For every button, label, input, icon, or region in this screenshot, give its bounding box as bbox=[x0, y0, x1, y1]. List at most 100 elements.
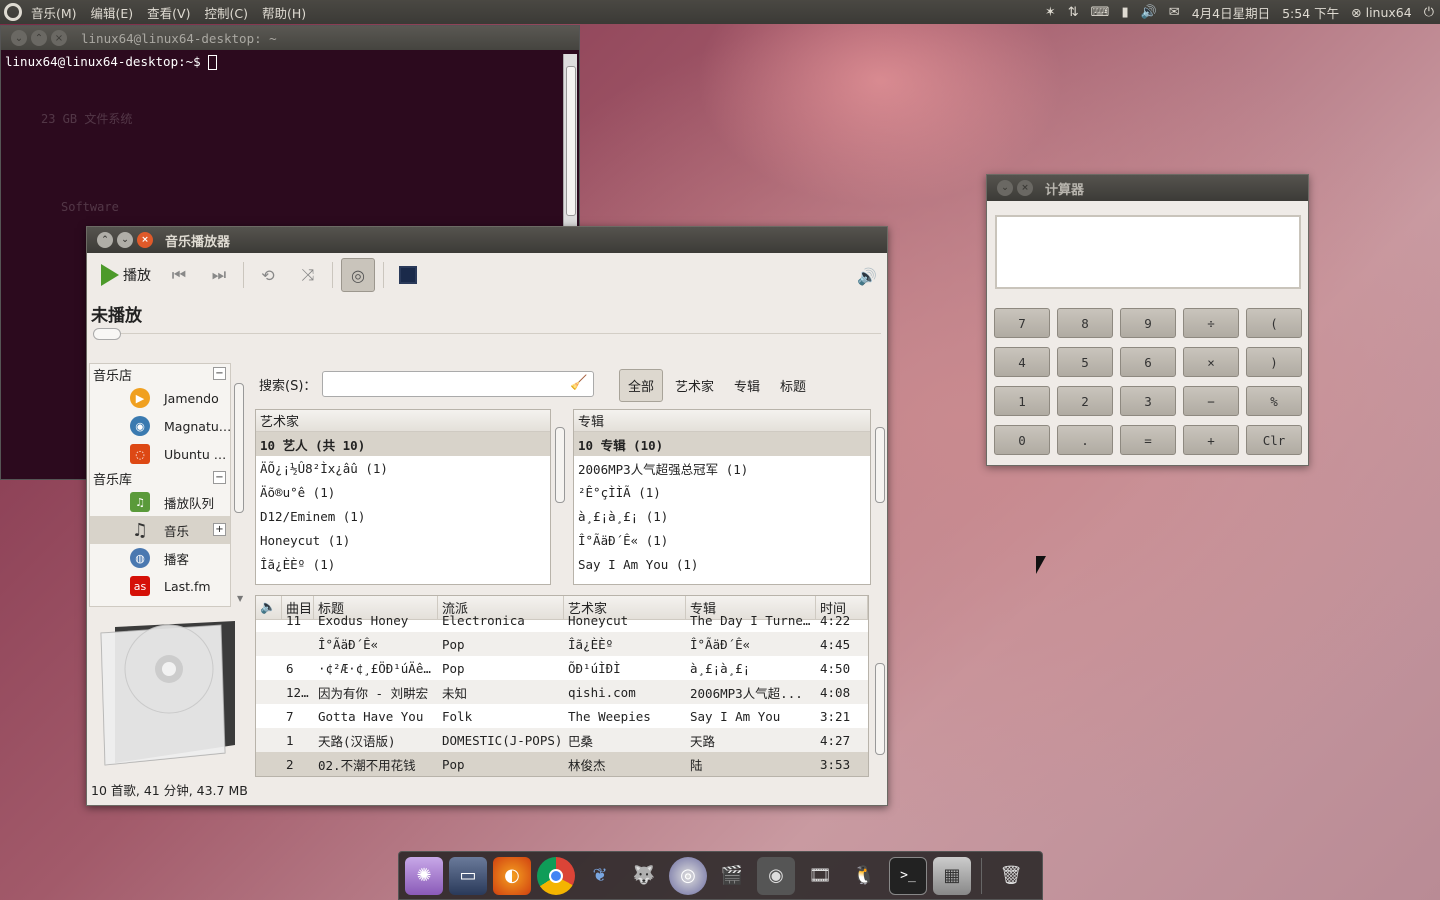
table-row[interactable]: 2 02.不潮不用花钱 Pop 林俊杰 陆 3:53 bbox=[256, 752, 868, 776]
list-item[interactable]: Honeycut (1) bbox=[256, 528, 550, 552]
calculator-minimize-button[interactable]: ⌄ bbox=[997, 180, 1013, 196]
key-clear[interactable]: Clr bbox=[1246, 425, 1302, 455]
calculator-close-button[interactable]: × bbox=[1017, 180, 1033, 196]
table-row[interactable]: 1 天路(汉语版) DOMESTIC(J-POPS) 巴桑 天路 4:27 bbox=[256, 728, 868, 752]
filter-title-button[interactable]: 标题 bbox=[772, 370, 814, 401]
volume-icon[interactable]: 🔊 bbox=[1141, 5, 1157, 20]
ubuntu-logo-icon[interactable] bbox=[4, 3, 22, 21]
key-percent[interactable]: % bbox=[1246, 386, 1302, 416]
table-row[interactable]: Î°ÃäÐ´Ê« Pop Îã¿ÈÈº Î°ÃäÐ´Ê« 4:45 bbox=[256, 632, 868, 656]
key-2[interactable]: 2 bbox=[1057, 386, 1113, 416]
key-multiply[interactable]: × bbox=[1183, 347, 1239, 377]
now-playing-column-icon[interactable]: 🔈 bbox=[256, 596, 282, 619]
sidebar-item-lastfm[interactable]: as Last.fm bbox=[90, 572, 230, 600]
table-row[interactable]: 6 ·¢²Æ·¢¸£ÖÐ¹úÄê … Pop ÕÐ¹úÌÐÌ à¸£¡à¸£¡ 4:50 bbox=[256, 656, 868, 680]
volume-button[interactable]: 🔊 bbox=[857, 267, 877, 286]
key-divide[interactable]: ÷ bbox=[1183, 308, 1239, 338]
terminal-minimize-button[interactable]: ⌄ bbox=[11, 30, 27, 46]
list-item[interactable]: Say I Am You (1) bbox=[574, 552, 870, 576]
key-8[interactable]: 8 bbox=[1057, 308, 1113, 338]
scroll-down-arrow-icon[interactable]: ▼ bbox=[237, 594, 243, 603]
table-row[interactable]: 12228因为有你 - 刘畊宏未知 qishi.com 2006MP3人气超... 4… bbox=[256, 680, 868, 704]
seek-slider[interactable] bbox=[93, 328, 881, 340]
artist-list-scrollbar[interactable] bbox=[553, 413, 567, 581]
sidebar-item-jamendo[interactable]: ▶ Jamendo bbox=[90, 384, 230, 412]
calculator-icon[interactable]: ▦ bbox=[933, 856, 971, 895]
artist-scroll-thumb[interactable] bbox=[555, 427, 565, 503]
list-item[interactable]: 10 艺人 (共 10) bbox=[256, 432, 550, 456]
terminal-icon[interactable]: >_ bbox=[889, 856, 927, 895]
play-button[interactable]: 播放 bbox=[97, 260, 155, 290]
seek-knob[interactable] bbox=[93, 328, 121, 340]
camera-app-icon[interactable]: ◎ bbox=[669, 856, 707, 895]
track-table-scrollbar[interactable] bbox=[873, 599, 887, 775]
key-open-paren[interactable]: ( bbox=[1246, 308, 1302, 338]
terminal-titlebar[interactable]: ⌄ ⌃ × linux64@linux64-desktop: ~ bbox=[1, 26, 579, 50]
collapse-icon[interactable]: − bbox=[213, 367, 226, 380]
sidebar-item-magnatune[interactable]: ◉ Magnatu… bbox=[90, 412, 231, 440]
movie-maker-icon[interactable]: 🎞 bbox=[801, 857, 839, 895]
list-item[interactable]: 2006MP3人气超强总冠军 (1) bbox=[574, 456, 870, 480]
music-player-icon[interactable]: ◉ bbox=[757, 856, 795, 895]
sidebar-item-play-queue[interactable]: ♫ 播放队列 bbox=[90, 488, 230, 516]
key-equals[interactable]: = bbox=[1120, 425, 1176, 455]
user-menu[interactable]: ⊗ linux64 bbox=[1351, 5, 1412, 20]
menu-music[interactable]: 音乐(M) bbox=[31, 6, 77, 21]
chrome-icon[interactable] bbox=[537, 856, 575, 895]
sidebar-item-podcasts[interactable]: ◍ 播客 bbox=[90, 544, 230, 572]
key-4[interactable]: 4 bbox=[994, 347, 1050, 377]
gimp-icon[interactable]: 🐺 bbox=[625, 857, 663, 895]
album-list-header[interactable]: 专辑 bbox=[574, 410, 870, 432]
pidgin-icon[interactable]: ❦ bbox=[581, 857, 619, 895]
trash-icon[interactable]: 🗑 bbox=[992, 857, 1030, 895]
monitor-icon[interactable]: ▭ bbox=[449, 856, 487, 895]
video-editor-icon[interactable]: 🎬 bbox=[713, 857, 751, 895]
key-minus[interactable]: − bbox=[1183, 386, 1239, 416]
settings-icon[interactable]: ✺ bbox=[405, 856, 443, 895]
browse-button[interactable]: ◎ bbox=[341, 258, 375, 292]
music-close-button[interactable]: × bbox=[137, 232, 153, 248]
calculator-titlebar[interactable]: ⌄ × 计算器 bbox=[987, 175, 1308, 201]
key-plus[interactable]: + bbox=[1183, 425, 1239, 455]
track-scroll-thumb[interactable] bbox=[875, 663, 885, 755]
list-item[interactable]: à¸£¡à¸£¡ (1) bbox=[574, 504, 870, 528]
sidebar-scrollbar[interactable] bbox=[233, 377, 245, 607]
artist-list-header[interactable]: 艺术家 bbox=[256, 410, 550, 432]
search-input[interactable]: 🧹 bbox=[322, 371, 595, 397]
list-item[interactable]: ²Ê°çÌÌÃ (1) bbox=[574, 480, 870, 504]
battery-icon[interactable]: ▮ bbox=[1121, 5, 1128, 20]
menu-control[interactable]: 控制(C) bbox=[204, 6, 247, 21]
music-maximize-button[interactable]: ⌄ bbox=[117, 232, 133, 248]
key-6[interactable]: 6 bbox=[1120, 347, 1176, 377]
clock-date[interactable]: 4月4日星期日 bbox=[1192, 3, 1270, 22]
menu-view[interactable]: 查看(V) bbox=[147, 6, 190, 21]
filter-album-button[interactable]: 专辑 bbox=[726, 370, 768, 401]
menu-help[interactable]: 帮助(H) bbox=[262, 6, 306, 21]
clock-time[interactable]: 5:54 下午 bbox=[1282, 3, 1339, 22]
sidebar-scroll-thumb[interactable] bbox=[234, 383, 244, 513]
power-icon[interactable]: ⏻ bbox=[1424, 5, 1434, 20]
filter-artist-button[interactable]: 艺术家 bbox=[667, 370, 722, 401]
list-item[interactable]: Î°ÃäÐ´Ê« (1) bbox=[574, 528, 870, 552]
key-9[interactable]: 9 bbox=[1120, 308, 1176, 338]
key-7[interactable]: 7 bbox=[994, 308, 1050, 338]
table-row[interactable]: 11 Exodus Honey Electronica Honeycut The Day… bbox=[256, 608, 868, 632]
key-5[interactable]: 5 bbox=[1057, 347, 1113, 377]
qq-icon[interactable]: 🐧 bbox=[845, 857, 883, 895]
menu-edit[interactable]: 编辑(E) bbox=[91, 6, 134, 21]
expand-icon[interactable]: + bbox=[213, 523, 226, 536]
firefox-icon[interactable]: ◐ bbox=[493, 856, 531, 895]
music-titlebar[interactable]: ⌃ ⌄ × 音乐播放器 bbox=[87, 227, 887, 253]
keyboard-icon[interactable]: ⌨ bbox=[1091, 5, 1110, 20]
terminal-maximize-button[interactable]: ⌃ bbox=[31, 30, 47, 46]
shuffle-button[interactable]: ⤨ bbox=[292, 260, 324, 290]
album-scroll-thumb[interactable] bbox=[875, 427, 885, 503]
clear-search-icon[interactable]: 🧹 bbox=[570, 375, 587, 391]
transfer-icon[interactable]: ⇅ bbox=[1068, 5, 1079, 20]
previous-button[interactable]: ⏮ bbox=[163, 260, 195, 290]
mail-icon[interactable]: ✉ bbox=[1169, 5, 1180, 20]
sidebar-item-music[interactable]: ♫ 音乐 + bbox=[90, 516, 230, 544]
visualization-button[interactable] bbox=[392, 260, 424, 290]
next-button[interactable]: ⏭ bbox=[203, 260, 235, 290]
terminal-close-button[interactable]: × bbox=[51, 30, 67, 46]
